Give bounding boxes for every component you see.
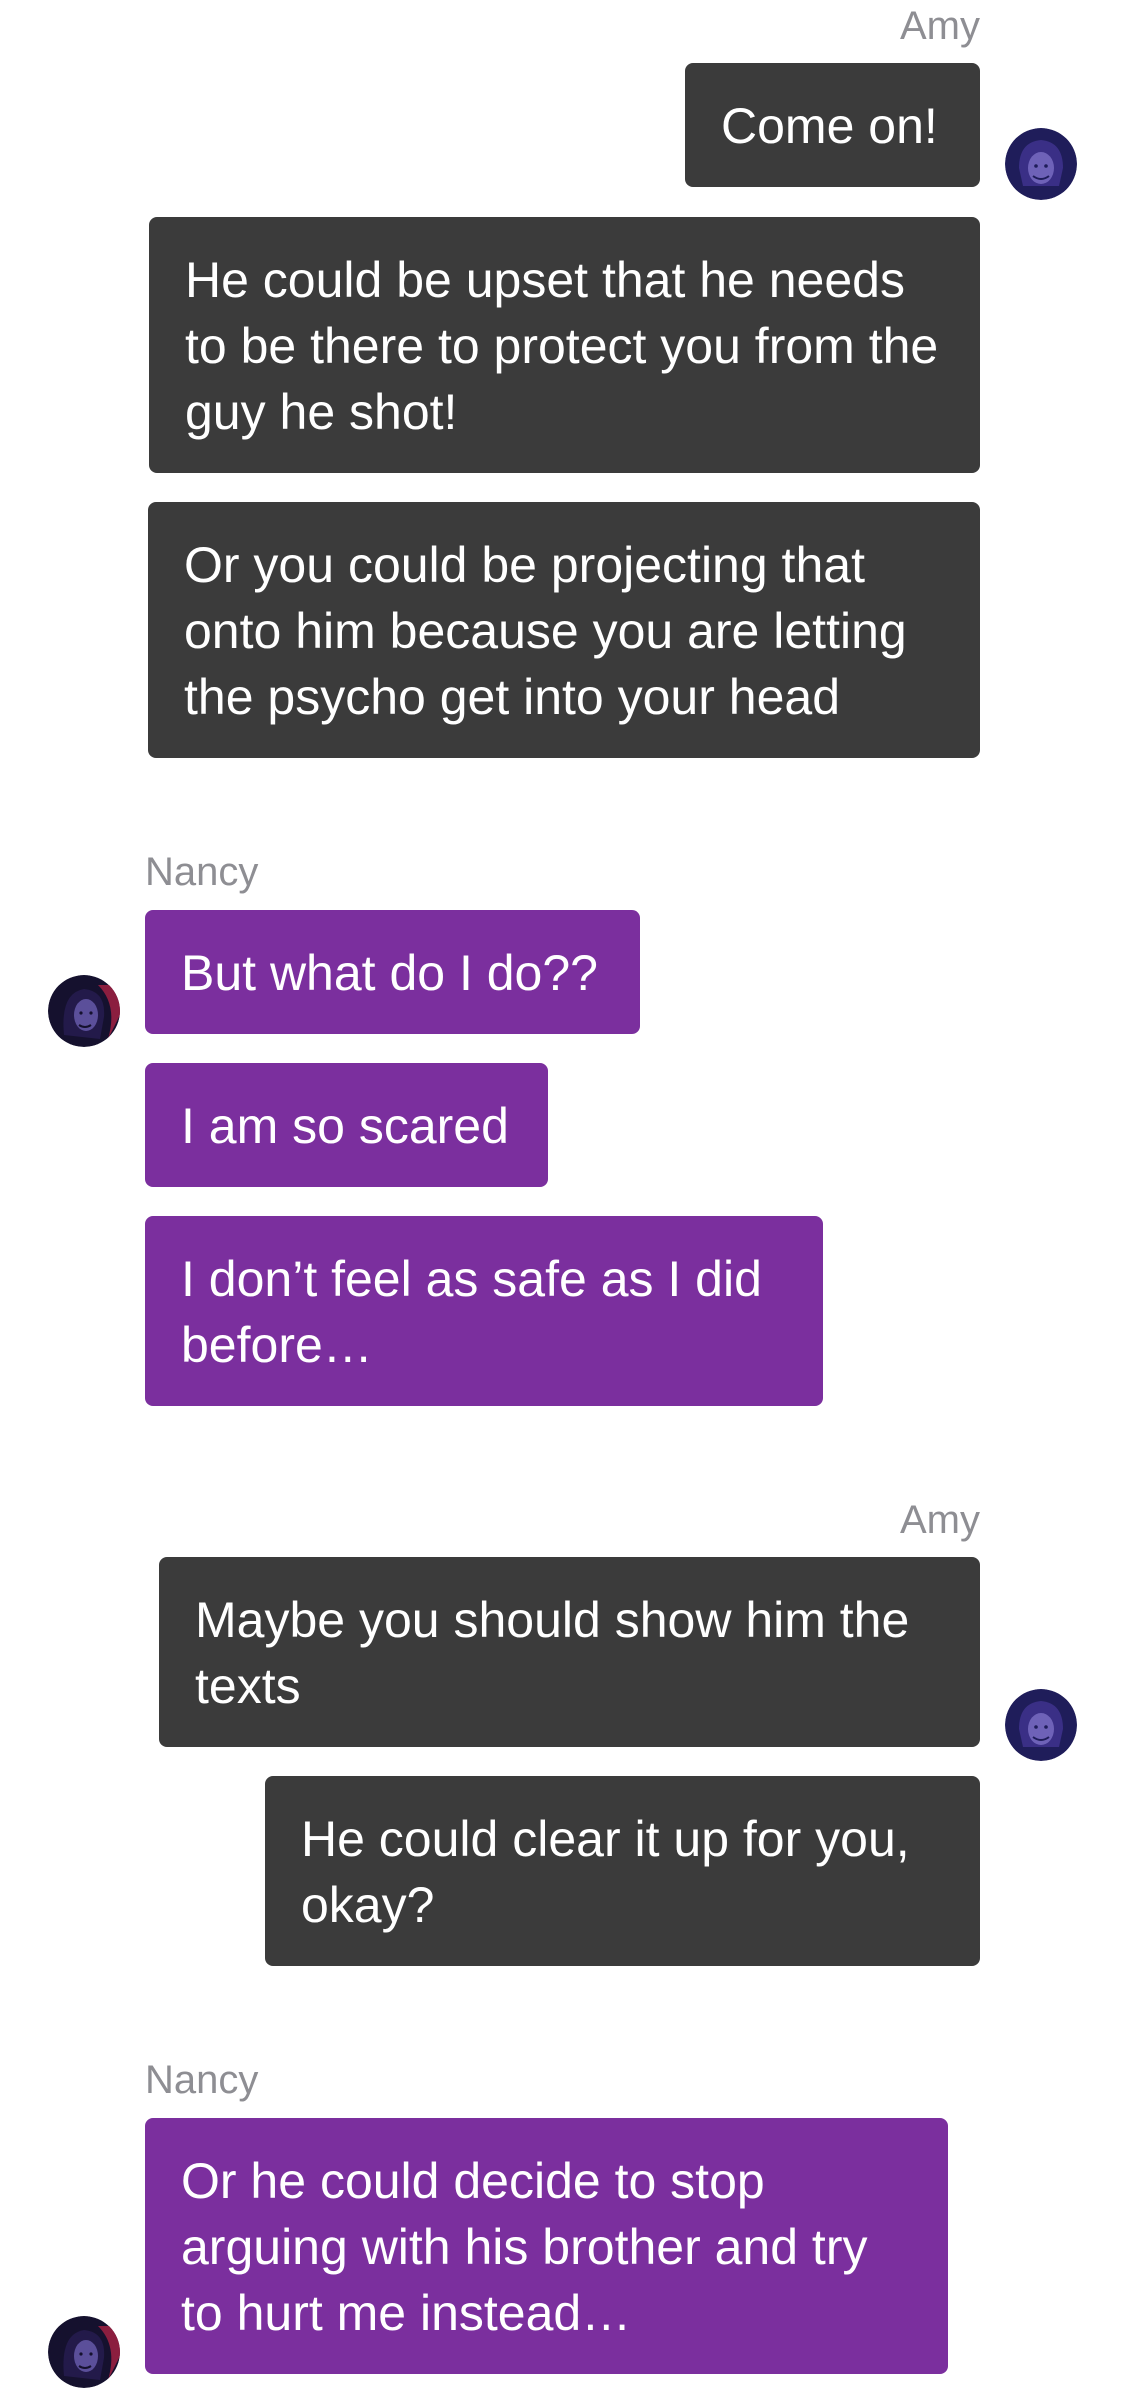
message-bubble[interactable]: Maybe you should show him the texts bbox=[159, 1557, 980, 1747]
sender-name-nancy: Nancy bbox=[145, 2058, 259, 2102]
message-bubble[interactable]: He could be upset that he needs to be th… bbox=[149, 217, 980, 473]
message-bubble[interactable]: He could clear it up for you, okay? bbox=[265, 1776, 980, 1966]
message-bubble[interactable]: But what do I do?? bbox=[145, 910, 640, 1034]
message-bubble[interactable]: I am so scared bbox=[145, 1063, 548, 1187]
message-bubble[interactable]: Or you could be projecting that onto him… bbox=[148, 502, 980, 758]
message-bubble[interactable]: I don’t feel as safe as I did before… bbox=[145, 1216, 823, 1406]
amy-avatar-icon[interactable] bbox=[1005, 1689, 1077, 1761]
sender-name-amy: Amy bbox=[900, 4, 980, 48]
sender-name-amy: Amy bbox=[900, 1498, 980, 1542]
nancy-avatar-icon[interactable] bbox=[48, 2316, 120, 2388]
message-bubble[interactable]: Or he could decide to stop arguing with … bbox=[145, 2118, 948, 2374]
sender-name-nancy: Nancy bbox=[145, 850, 259, 894]
amy-avatar-icon[interactable] bbox=[1005, 128, 1077, 200]
message-bubble[interactable]: Come on! bbox=[685, 63, 980, 187]
nancy-avatar-icon[interactable] bbox=[48, 975, 120, 1047]
